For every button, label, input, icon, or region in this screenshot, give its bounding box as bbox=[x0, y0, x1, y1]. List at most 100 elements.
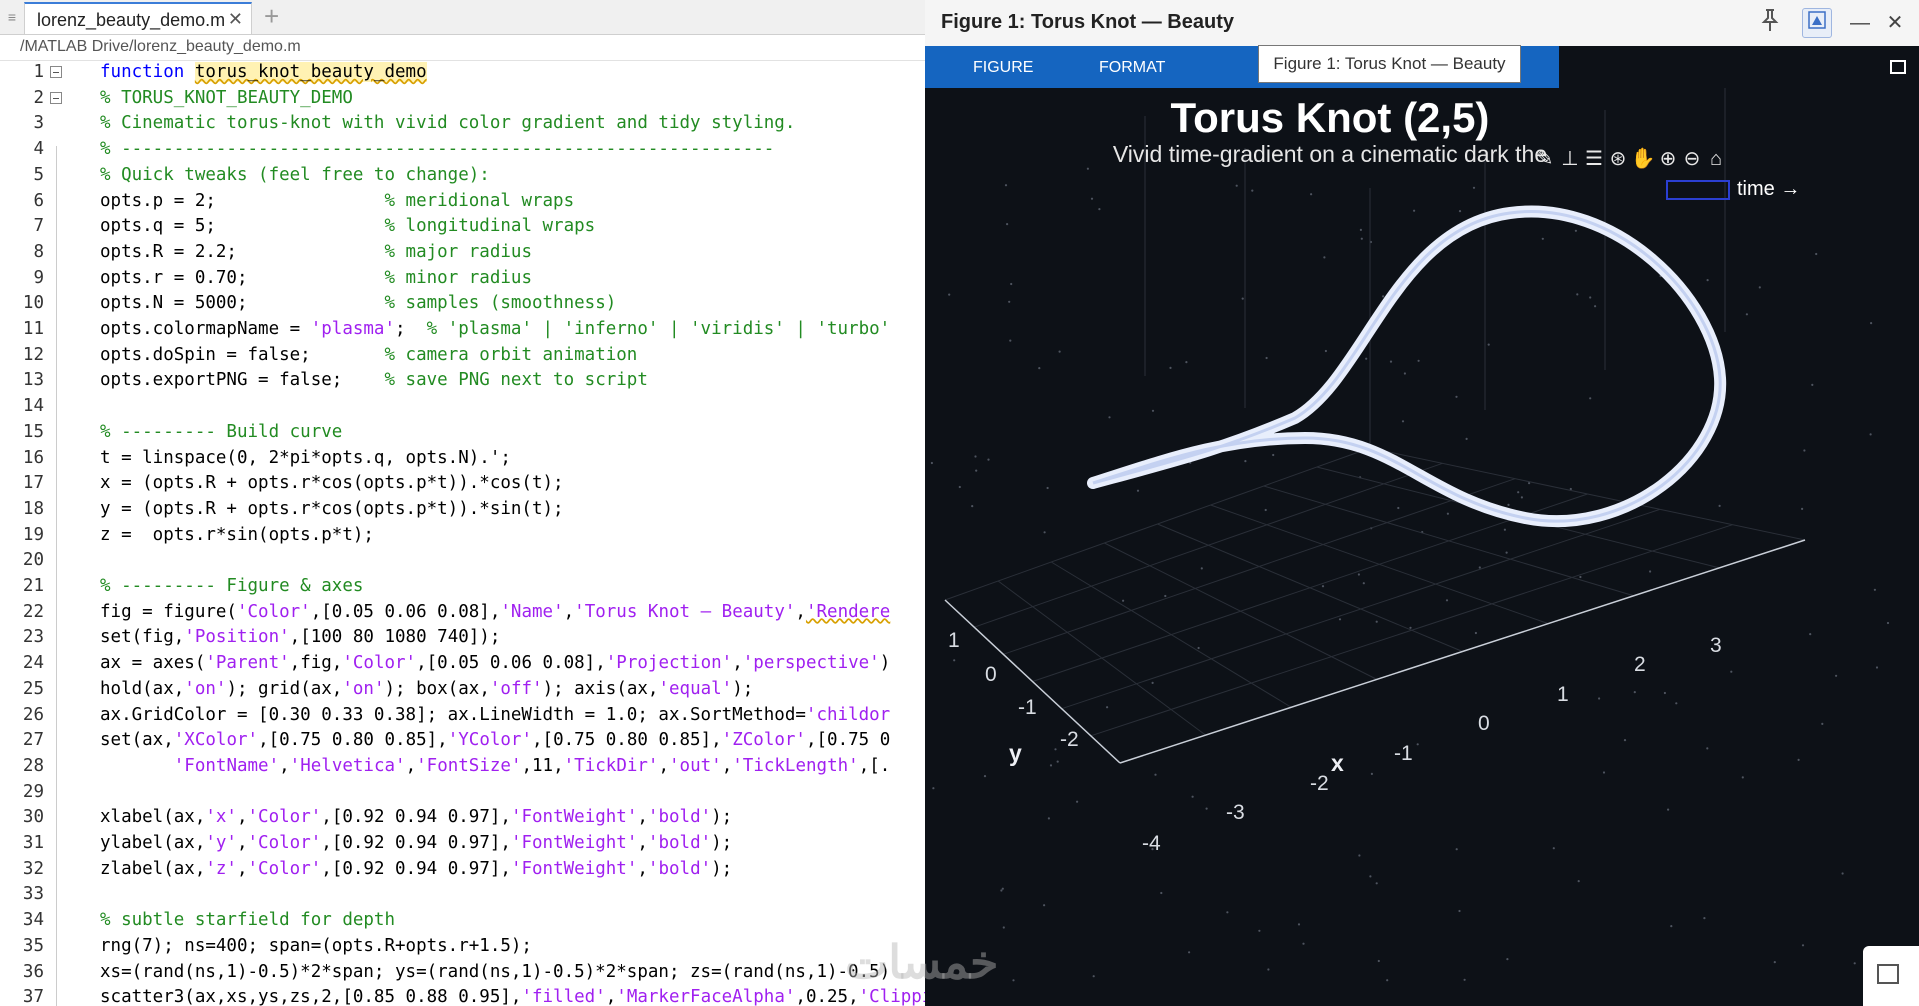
pin-icon[interactable] bbox=[1755, 8, 1785, 38]
code-line[interactable]: 36 xs=(rand(ns,1)-0.5)*2*span; ys=(rand(n… bbox=[0, 960, 925, 986]
code-text: opts.p = 2; bbox=[100, 190, 385, 211]
close-button[interactable]: ✕ bbox=[1880, 8, 1910, 38]
y-axis-label: y bbox=[1009, 740, 1022, 766]
add-tab-button[interactable]: + bbox=[264, 2, 279, 30]
panel-button[interactable] bbox=[1863, 946, 1919, 1006]
pan-icon[interactable]: ✋ bbox=[1630, 146, 1656, 172]
x-tick-label: -1 bbox=[1394, 742, 1413, 765]
code-line[interactable]: 18 y = (opts.R + opts.r*cos(opts.p*t)).*s… bbox=[0, 497, 925, 523]
code-line[interactable]: 27 set(ax,'XColor',[0.75 0.80 0.85],'YCol… bbox=[0, 728, 925, 754]
code-text: ,[0.75 0 bbox=[805, 730, 891, 751]
line-number: 24 bbox=[22, 653, 44, 674]
link-icon[interactable]: ☰ bbox=[1581, 146, 1607, 172]
line-number: 25 bbox=[22, 678, 44, 699]
star-dot bbox=[1012, 979, 1015, 982]
code-line[interactable]: 37 scatter3(ax,xs,ys,zs,2,[0.85 0.88 0.95… bbox=[0, 985, 925, 1006]
star-dot bbox=[1417, 359, 1420, 362]
string-literal: 'childor bbox=[805, 704, 891, 725]
code-line[interactable]: 5 % Quick tweaks (feel free to change): bbox=[0, 163, 925, 189]
star-dot bbox=[1703, 917, 1706, 920]
code-line[interactable]: 10 opts.N = 5000; % samples (smoothness) bbox=[0, 291, 925, 317]
code-line[interactable]: 33 bbox=[0, 882, 925, 908]
x-tick-label: -3 bbox=[1226, 801, 1245, 824]
string-literal: 'bold' bbox=[647, 807, 712, 828]
code-line[interactable]: 20 bbox=[0, 548, 925, 574]
tab-figure[interactable]: FIGURE bbox=[973, 59, 1033, 77]
star-dot bbox=[1541, 237, 1544, 240]
code-line[interactable]: 26 ax.GridColor = [0.30 0.33 0.38]; ax.Li… bbox=[0, 703, 925, 729]
star-dot bbox=[1009, 339, 1012, 342]
plot-area[interactable]: Torus Knot (2,5) Vivid time-gradient on … bbox=[925, 88, 1919, 1006]
tab-menu-icon[interactable]: ≡ bbox=[4, 6, 20, 28]
fold-toggle-icon[interactable] bbox=[50, 91, 62, 104]
data-tips-icon[interactable]: ⊥ bbox=[1557, 146, 1583, 172]
code-line[interactable]: 16 t = linspace(0, 2*pi*opts.q, opts.N).'… bbox=[0, 446, 925, 472]
x-tick-label: -2 bbox=[1310, 772, 1329, 795]
editor-tab-lorenz[interactable]: lorenz_beauty_demo.m ✕ bbox=[24, 2, 252, 34]
code-line[interactable]: 35 rng(7); ns=400; span=(opts.R+opts.r+1.… bbox=[0, 934, 925, 960]
line-number: 12 bbox=[22, 344, 44, 365]
code-line[interactable]: 32 zlabel(ax,'z','Color',[0.92 0.94 0.97]… bbox=[0, 857, 925, 883]
code-line[interactable]: 9 opts.r = 0.70; % minor radius bbox=[0, 266, 925, 292]
code-line[interactable]: 19 z = opts.r*sin(opts.p*t); bbox=[0, 523, 925, 549]
star-dot bbox=[1241, 297, 1244, 300]
torus-knot-curve[interactable] bbox=[1087, 205, 1727, 528]
code-line[interactable]: 30 xlabel(ax,'x','Color',[0.92 0.94 0.97]… bbox=[0, 805, 925, 831]
line-number: 33 bbox=[22, 884, 44, 905]
star-dot bbox=[1841, 872, 1844, 875]
string-literal: 'TickDir' bbox=[563, 755, 659, 776]
code-line[interactable]: 21 % --------- Figure & axes bbox=[0, 574, 925, 600]
code-line[interactable]: 28 'FontName','Helvetica','FontSize',11,… bbox=[0, 754, 925, 780]
star-dot bbox=[1047, 817, 1050, 820]
zoom-in-icon[interactable]: ⊕ bbox=[1655, 146, 1681, 172]
code-text: ,fig, bbox=[289, 653, 343, 674]
star-dot bbox=[1359, 228, 1362, 231]
fold-toggle-icon[interactable] bbox=[50, 66, 62, 78]
code-line[interactable]: 31 ylabel(ax,'y','Color',[0.92 0.94 0.97]… bbox=[0, 831, 925, 857]
code-editor[interactable]: ≡ lorenz_beauty_demo.m ✕ + /MATLAB Drive… bbox=[0, 0, 925, 1006]
line-number: 6 bbox=[33, 190, 44, 211]
axes-canvas[interactable] bbox=[925, 88, 1919, 1006]
code-line[interactable]: 17 x = (opts.R + opts.r*cos(opts.p*t)).*c… bbox=[0, 471, 925, 497]
code-line[interactable]: 4 % -------------------------------------… bbox=[0, 137, 925, 163]
minimize-button[interactable]: — bbox=[1845, 8, 1875, 38]
line-number: 18 bbox=[22, 498, 44, 519]
dock-icon[interactable] bbox=[1890, 60, 1906, 74]
code-line[interactable]: 23 set(fig,'Position',[100 80 1080 740]); bbox=[0, 625, 925, 651]
code-line[interactable]: 34 % subtle starfield for depth bbox=[0, 908, 925, 934]
code-line[interactable]: 29 bbox=[0, 780, 925, 806]
star-dot bbox=[1446, 512, 1449, 515]
code-line[interactable]: 12 opts.doSpin = false; % camera orbit an… bbox=[0, 343, 925, 369]
code-line[interactable]: 13 opts.exportPNG = false; % save PNG nex… bbox=[0, 368, 925, 394]
code-line[interactable]: 1 function torus_knot_beauty_demo bbox=[0, 60, 925, 86]
code-line[interactable]: 2 % TORUS_KNOT_BEAUTY_DEMO bbox=[0, 86, 925, 112]
zoom-out-icon[interactable]: ⊖ bbox=[1679, 146, 1705, 172]
code-line[interactable]: 24 ax = axes('Parent',fig,'Color',[0.05 0… bbox=[0, 651, 925, 677]
code-line[interactable]: 6 opts.p = 2; % meridional wraps bbox=[0, 189, 925, 215]
figure-window[interactable]: Figure 1: Torus Knot — Beauty — ✕ FIGURE… bbox=[925, 0, 1919, 1006]
code-line[interactable]: 15 % --------- Build curve bbox=[0, 420, 925, 446]
code-line[interactable]: 3 % Cinematic torus-knot with vivid color… bbox=[0, 111, 925, 137]
star-dot bbox=[953, 659, 956, 662]
rotate-icon[interactable]: ⊛ bbox=[1605, 146, 1631, 172]
star-dot bbox=[1185, 361, 1188, 364]
code-area[interactable]: 1 function torus_knot_beauty_demo 2 % TORU… bbox=[0, 60, 925, 1006]
code-line[interactable]: 25 hold(ax,'on'); grid(ax,'on'); box(ax,'… bbox=[0, 677, 925, 703]
star-dot bbox=[1574, 229, 1577, 232]
close-icon[interactable]: ✕ bbox=[228, 9, 243, 30]
undock-icon[interactable] bbox=[1802, 8, 1832, 38]
home-icon[interactable]: ⌂ bbox=[1703, 146, 1729, 172]
code-text: xs=(rand(ns,1)-0.5)*2*span; ys=(rand(ns,… bbox=[100, 961, 891, 982]
code-line[interactable]: 7 opts.q = 5; % longitudinal wraps bbox=[0, 214, 925, 240]
code-text: , bbox=[405, 755, 417, 776]
tab-format[interactable]: FORMAT bbox=[1099, 59, 1165, 77]
string-literal: 'Name' bbox=[500, 601, 564, 622]
code-line[interactable]: 22 fig = figure('Color',[0.05 0.06 0.08],… bbox=[0, 600, 925, 626]
brush-icon[interactable]: ✎ bbox=[1532, 146, 1558, 172]
code-line[interactable]: 11 opts.colormapName = 'plasma'; % 'plasm… bbox=[0, 317, 925, 343]
code-line[interactable]: 14 bbox=[0, 394, 925, 420]
star-dot bbox=[1377, 959, 1380, 963]
code-line[interactable]: 8 opts.R = 2.2; % major radius bbox=[0, 240, 925, 266]
figure-title-bar[interactable]: Figure 1: Torus Knot — Beauty — ✕ bbox=[925, 0, 1919, 47]
string-literal: 'perspective' bbox=[742, 653, 880, 674]
